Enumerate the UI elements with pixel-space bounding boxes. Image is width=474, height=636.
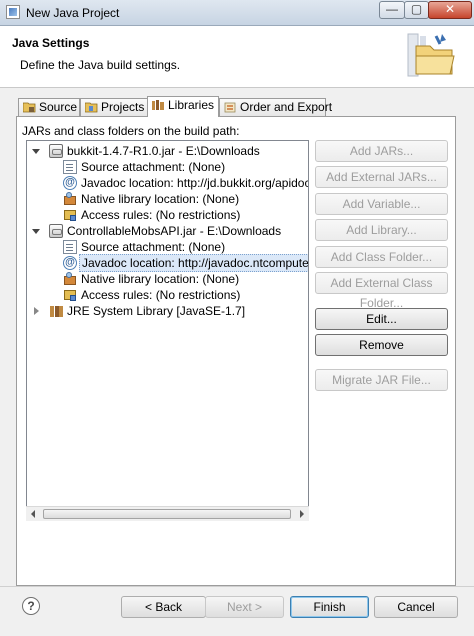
expand-toggle-icon[interactable] bbox=[32, 229, 40, 234]
page-title: Java Settings bbox=[12, 36, 90, 50]
tree-item-source-attachment[interactable]: Source attachment: (None) bbox=[33, 239, 303, 255]
build-path-tree[interactable]: bukkit-1.4.7-R1.0.jar - E:\Downloads Sou… bbox=[26, 140, 309, 521]
tree-item-controllablemobs-jar[interactable]: ControllableMobsAPI.jar - E:\Downloads bbox=[32, 223, 303, 239]
close-button[interactable]: ✕ bbox=[428, 1, 472, 19]
scroll-right-icon[interactable] bbox=[300, 510, 304, 518]
tab-source-label: Source bbox=[39, 100, 78, 114]
add-external-class-folder-button[interactable]: Add External Class Folder... bbox=[315, 272, 448, 310]
add-jars-button[interactable]: Add JARs... bbox=[315, 140, 448, 162]
cancel-button[interactable]: Cancel bbox=[374, 596, 458, 618]
add-external-jars-button[interactable]: Add External JARs... bbox=[315, 166, 448, 188]
collapse-toggle-icon[interactable] bbox=[34, 307, 39, 315]
window-title: New Java Project bbox=[26, 6, 120, 20]
tree-item-source-attachment[interactable]: Source attachment: (None) bbox=[33, 159, 303, 175]
add-library-button[interactable]: Add Library... bbox=[315, 219, 448, 241]
footer-divider bbox=[0, 586, 474, 587]
scroll-left-icon[interactable] bbox=[31, 510, 35, 518]
order-export-icon bbox=[224, 102, 236, 113]
migrate-jar-file-button[interactable]: Migrate JAR File... bbox=[315, 369, 448, 391]
tree-item-javadoc-location[interactable]: @ Javadoc location: http://jd.bukkit.org… bbox=[33, 175, 308, 191]
back-button[interactable]: < Back bbox=[121, 596, 206, 618]
source-attachment-icon bbox=[63, 240, 77, 254]
tree-item-jre-system-library[interactable]: JRE System Library [JavaSE-1.7] bbox=[33, 303, 303, 319]
java-project-folder-icon bbox=[407, 33, 455, 77]
minimize-button[interactable]: — bbox=[379, 1, 405, 19]
tree-item-native-library[interactable]: Native library location: (None) bbox=[33, 271, 303, 287]
finish-button[interactable]: Finish bbox=[290, 596, 369, 618]
tree-item-label: ControllableMobsAPI.jar - E:\Downloads bbox=[67, 224, 282, 238]
tree-item-label: Native library location: (None) bbox=[81, 192, 240, 206]
tree-item-label: JRE System Library [JavaSE-1.7] bbox=[67, 304, 246, 318]
tree-horizontal-scrollbar[interactable] bbox=[26, 506, 309, 521]
tree-item-bukkit-jar[interactable]: bukkit-1.4.7-R1.0.jar - E:\Downloads bbox=[32, 143, 303, 159]
tree-item-label: Javadoc location: http://javadoc.ntcompu… bbox=[79, 254, 308, 272]
library-icon bbox=[49, 304, 63, 318]
access-rules-icon bbox=[63, 208, 77, 222]
help-icon[interactable]: ? bbox=[22, 597, 40, 615]
tab-libraries-label: Libraries bbox=[168, 98, 215, 112]
tab-projects-label: Projects bbox=[101, 100, 145, 114]
add-class-folder-button[interactable]: Add Class Folder... bbox=[315, 246, 448, 268]
libraries-icon bbox=[152, 100, 164, 110]
next-button[interactable]: Next > bbox=[205, 596, 284, 618]
page-description: Define the Java build settings. bbox=[20, 58, 181, 72]
tab-order-and-export[interactable]: Order and Export bbox=[219, 98, 332, 116]
expand-toggle-icon[interactable] bbox=[32, 149, 40, 154]
native-library-icon bbox=[63, 192, 77, 206]
tab-strip: Source Projects Libraries Order and Expo… bbox=[16, 96, 456, 117]
tab-order-and-export-label: Order and Export bbox=[240, 100, 333, 114]
title-bar: New Java Project — ▢ ✕ bbox=[0, 0, 474, 26]
edit-button[interactable]: Edit... bbox=[315, 308, 448, 330]
source-folder-icon bbox=[23, 102, 36, 113]
tree-item-label: Access rules: (No restrictions) bbox=[81, 288, 241, 302]
tree-item-label: Javadoc location: http://jd.bukkit.org/a… bbox=[81, 176, 309, 190]
scrollbar-thumb[interactable] bbox=[43, 509, 291, 519]
remove-button[interactable]: Remove bbox=[315, 334, 448, 356]
source-attachment-icon bbox=[63, 160, 77, 174]
native-library-icon bbox=[63, 272, 77, 286]
add-variable-button[interactable]: Add Variable... bbox=[315, 193, 448, 215]
tree-item-javadoc-location-selected[interactable]: @ Javadoc location: http://javadoc.ntcom… bbox=[33, 254, 308, 272]
build-path-label: JARs and class folders on the build path… bbox=[22, 124, 240, 138]
jar-icon bbox=[49, 224, 63, 238]
javadoc-icon: @ bbox=[63, 256, 77, 270]
access-rules-icon bbox=[63, 288, 77, 302]
tree-item-label: bukkit-1.4.7-R1.0.jar - E:\Downloads bbox=[67, 144, 260, 158]
tab-projects[interactable]: Projects bbox=[80, 98, 148, 116]
jar-icon bbox=[49, 144, 63, 158]
tree-item-label: Source attachment: (None) bbox=[81, 240, 226, 254]
projects-icon bbox=[85, 102, 98, 113]
tab-libraries[interactable]: Libraries bbox=[147, 96, 219, 117]
app-icon bbox=[6, 5, 20, 19]
tree-item-label: Native library location: (None) bbox=[81, 272, 240, 286]
tree-item-access-rules[interactable]: Access rules: (No restrictions) bbox=[33, 287, 303, 303]
javadoc-icon: @ bbox=[63, 176, 77, 190]
tree-item-native-library[interactable]: Native library location: (None) bbox=[33, 191, 303, 207]
tree-item-label: Access rules: (No restrictions) bbox=[81, 208, 241, 222]
tab-source[interactable]: Source bbox=[18, 98, 80, 116]
tree-item-label: Source attachment: (None) bbox=[81, 160, 226, 174]
maximize-button[interactable]: ▢ bbox=[404, 1, 429, 19]
wizard-header: Java Settings Define the Java build sett… bbox=[0, 26, 474, 88]
tree-item-access-rules[interactable]: Access rules: (No restrictions) bbox=[33, 207, 303, 223]
